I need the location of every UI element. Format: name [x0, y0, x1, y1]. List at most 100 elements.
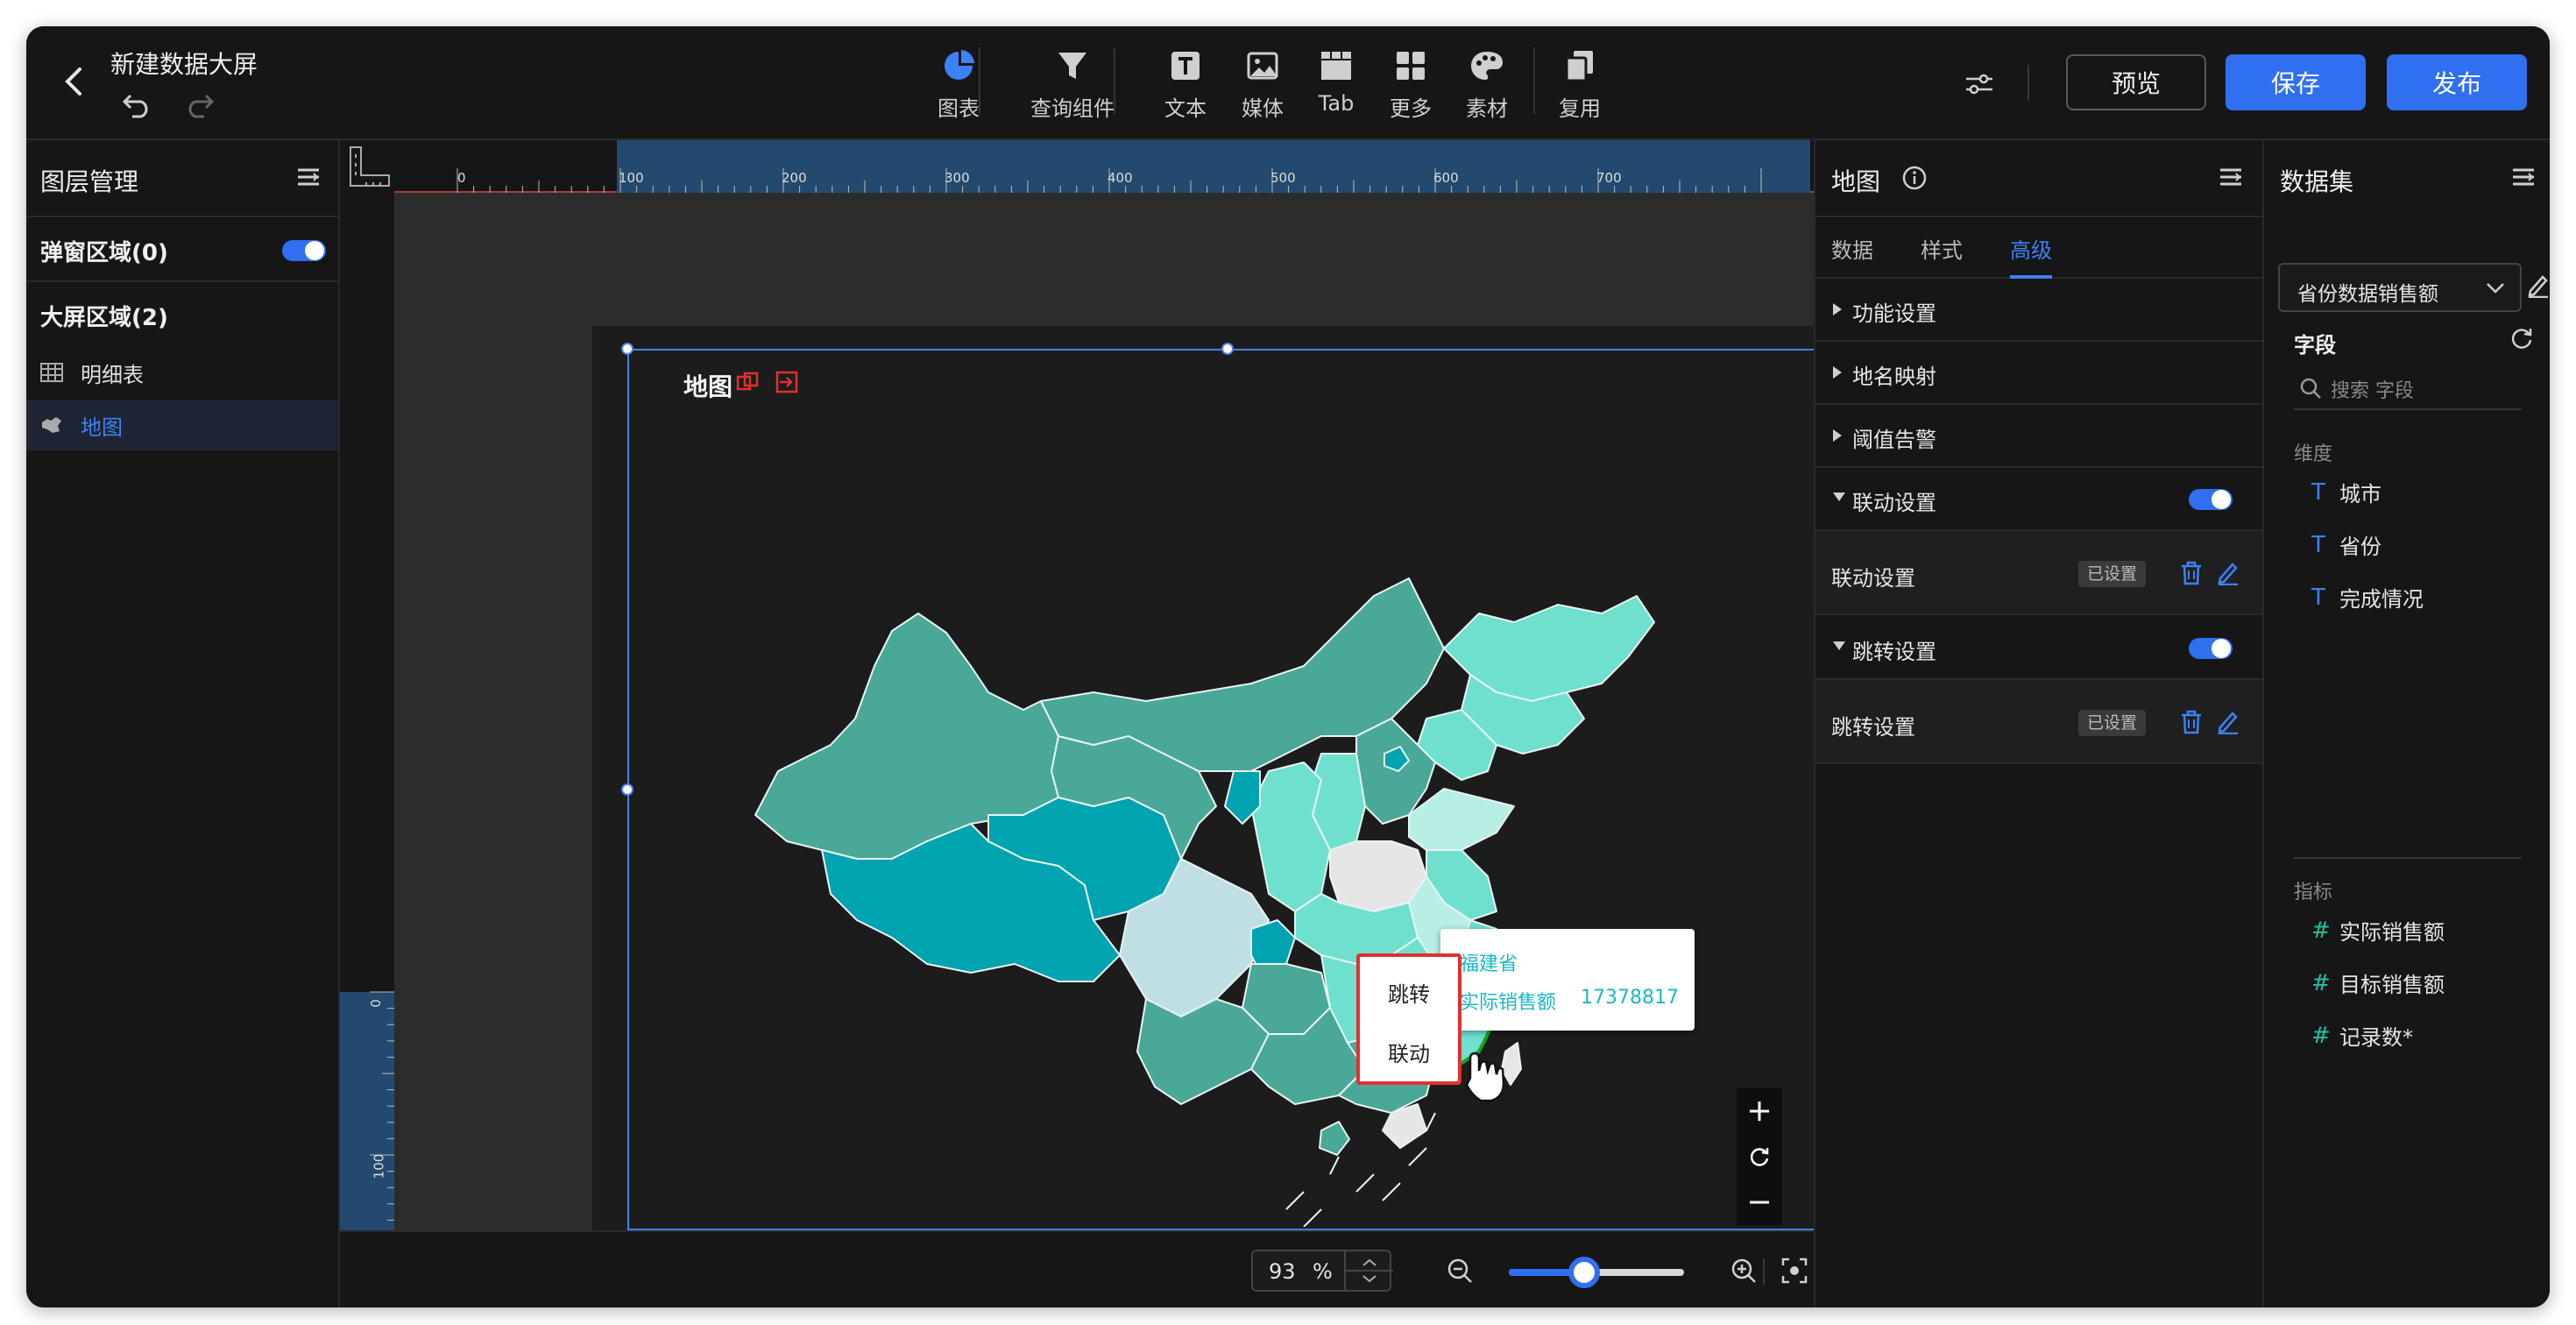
- linkage-delete-button[interactable]: [2180, 561, 2204, 585]
- field-item-city[interactable]: T 城市: [2311, 477, 2381, 507]
- zoom-unit: %: [1313, 1259, 1333, 1284]
- ruler-tick-label: 300: [945, 170, 970, 186]
- section-name-mapping[interactable]: 地名映射: [1815, 342, 2262, 405]
- section-jump-settings[interactable]: 跳转设置: [1815, 617, 2262, 680]
- field-search-input[interactable]: 搜索 字段: [2294, 370, 2522, 410]
- tooltip-region-name: 福建省: [1460, 953, 1518, 975]
- vertical-ruler[interactable]: 0 100: [340, 193, 394, 1230]
- field-item-actual-sales[interactable]: # 实际销售额: [2311, 915, 2445, 946]
- tooltip-metric-value: 17378817: [1581, 987, 1679, 1009]
- publish-button[interactable]: 发布: [2387, 54, 2527, 110]
- save-button[interactable]: 保存: [2226, 54, 2366, 110]
- tool-label: 查询组件: [1030, 96, 1115, 121]
- layer-item-map[interactable]: 地图: [26, 400, 338, 450]
- table-icon: [40, 363, 63, 382]
- jump-toggle[interactable]: [2189, 638, 2233, 659]
- ruler-corner: [340, 140, 394, 193]
- tool-reuse[interactable]: 复用: [1532, 44, 1628, 122]
- resize-handle[interactable]: [1221, 343, 1234, 355]
- region-hainan[interactable]: [1319, 1121, 1350, 1156]
- number-type-icon: #: [2311, 969, 2331, 996]
- dataset-edit-button[interactable]: [2527, 273, 2550, 299]
- fit-screen-button[interactable]: [1777, 1251, 1812, 1290]
- dataset-panel-title: 数据集: [2280, 167, 2354, 196]
- field-item-completion[interactable]: T 完成情况: [2311, 582, 2424, 613]
- map-zoom-in-button[interactable]: [1742, 1094, 1777, 1129]
- jump-edit-button[interactable]: [2217, 710, 2241, 735]
- dataset-select-value: 省份数据销售额: [2297, 283, 2438, 306]
- canvas-zoom-bar: 93 %: [340, 1230, 1814, 1307]
- ruler-tick-label: 500: [1270, 170, 1296, 186]
- app-window: 新建数据大屏 图表 查询组件 文本 媒体 Tab 更多 素材 复用 预览 保存 …: [26, 26, 2550, 1307]
- section-linkage-settings[interactable]: 联动设置: [1815, 468, 2262, 531]
- image-icon: [1247, 52, 1278, 80]
- ruler-tick-label: 0: [367, 999, 384, 1008]
- dataset-select[interactable]: 省份数据销售额: [2278, 263, 2522, 312]
- settings-menu-button[interactable]: [2217, 163, 2248, 195]
- map-zoom-controls: [1737, 1088, 1782, 1225]
- edit-icon: [2218, 712, 2238, 735]
- zoom-input[interactable]: 93 %: [1251, 1250, 1393, 1292]
- resize-handle[interactable]: [621, 343, 633, 355]
- canvas-zoom-out-button[interactable]: [1442, 1251, 1477, 1290]
- region-shandong[interactable]: [1408, 788, 1515, 851]
- info-button[interactable]: [1901, 165, 1928, 191]
- jump-config-label: 跳转设置: [1831, 715, 1915, 740]
- layer-menu-button[interactable]: [294, 163, 326, 195]
- search-placeholder: 搜索 字段: [2331, 380, 2414, 402]
- section-threshold-alert[interactable]: 阈值告警: [1815, 405, 2262, 468]
- china-map[interactable]: [725, 403, 1759, 1227]
- region-yunnan[interactable]: [1136, 998, 1270, 1105]
- field-label: 实际销售额: [2339, 920, 2445, 945]
- linkage-edit-button[interactable]: [2217, 561, 2241, 586]
- field-item-record-count[interactable]: # 记录数*: [2311, 1020, 2413, 1051]
- zoom-divider: [1763, 1258, 1765, 1285]
- caret-right-icon: [1833, 429, 1842, 442]
- caret-down-icon: [1833, 641, 1845, 650]
- region-taiwan[interactable]: [1501, 1042, 1522, 1086]
- toolbar-divider: [979, 47, 980, 114]
- section-function-settings[interactable]: 功能设置: [1815, 279, 2262, 342]
- linkage-toggle[interactable]: [2189, 489, 2233, 510]
- grid-icon: [1397, 52, 1425, 80]
- link-jump-button[interactable]: [775, 370, 799, 394]
- zoom-slider[interactable]: [1509, 1257, 1684, 1288]
- popup-area-toggle[interactable]: [282, 240, 326, 261]
- text-type-icon: T: [2311, 584, 2325, 611]
- resize-handle[interactable]: [621, 783, 633, 796]
- tab-advanced[interactable]: 高级: [2010, 233, 2052, 264]
- field-label: 目标销售额: [2339, 973, 2445, 997]
- region-shaanxi[interactable]: [1250, 762, 1331, 912]
- map-tooltip: 福建省 实际销售额 17378817: [1440, 929, 1695, 1031]
- section-label: 地名映射: [1852, 365, 1936, 389]
- settings-button[interactable]: [1957, 65, 2001, 103]
- fields-refresh-button[interactable]: [2509, 326, 2536, 352]
- context-menu-item-link[interactable]: 联动: [1360, 1025, 1458, 1078]
- fields-heading: 字段: [2294, 333, 2336, 358]
- header: 新建数据大屏 图表 查询组件 文本 媒体 Tab 更多 素材 复用 预览 保存 …: [26, 26, 2550, 140]
- zoom-stepper[interactable]: [1344, 1251, 1393, 1290]
- minus-icon: [1750, 1201, 1769, 1204]
- drill-button[interactable]: [736, 370, 761, 394]
- tab-data[interactable]: 数据: [1831, 233, 1873, 264]
- context-menu-item-jump[interactable]: 跳转: [1360, 966, 1458, 1018]
- tooltip-metric-label: 实际销售额: [1460, 992, 1557, 1014]
- field-item-target-sales[interactable]: # 目标销售额: [2311, 967, 2445, 998]
- screen-area-row: 大屏区域(2): [26, 280, 338, 345]
- ruler-icon: [350, 146, 390, 187]
- dataset-menu-button[interactable]: [2509, 163, 2541, 195]
- tab-style[interactable]: 样式: [1921, 233, 1963, 264]
- tool-material[interactable]: 素材: [1439, 44, 1535, 122]
- tool-query[interactable]: 查询组件: [1024, 44, 1121, 122]
- zoom-slider-handle[interactable]: [1568, 1257, 1600, 1288]
- refresh-icon: [1750, 1148, 1769, 1166]
- field-item-province[interactable]: T 省份: [2311, 529, 2381, 560]
- layer-item-table[interactable]: 明细表: [26, 347, 338, 398]
- jump-delete-button[interactable]: [2180, 710, 2204, 734]
- map-reset-button[interactable]: [1742, 1139, 1777, 1174]
- preview-button[interactable]: 预览: [2066, 54, 2206, 110]
- canvas-zoom-in-button[interactable]: [1726, 1251, 1761, 1290]
- tool-chart[interactable]: 图表: [910, 44, 1007, 122]
- map-zoom-out-button[interactable]: [1742, 1185, 1777, 1220]
- horizontal-ruler[interactable]: 0 100 200 300 400 500 600 700: [394, 140, 1814, 193]
